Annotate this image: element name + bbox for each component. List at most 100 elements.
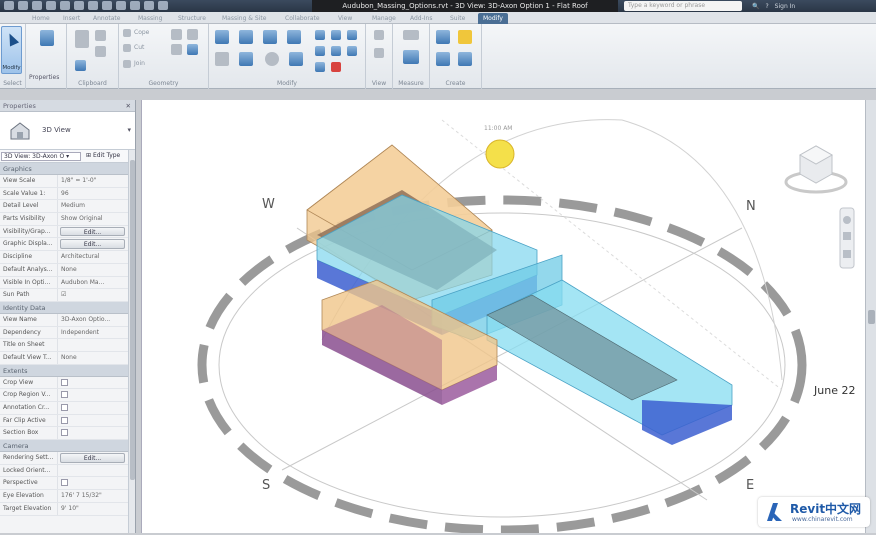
tab-modify[interactable]: Modify bbox=[478, 13, 508, 24]
redo-icon[interactable] bbox=[46, 1, 56, 10]
thin-lines-icon[interactable] bbox=[130, 1, 140, 10]
chevron-down-icon[interactable]: ▾ bbox=[127, 126, 131, 134]
property-value[interactable]: 1/8" = 1'-0" bbox=[58, 175, 135, 187]
scrollbar-thumb[interactable] bbox=[868, 310, 875, 324]
move-icon[interactable] bbox=[215, 52, 229, 66]
copy-icon[interactable] bbox=[95, 30, 106, 41]
trim-extend-icon[interactable] bbox=[347, 30, 357, 40]
demolish-icon[interactable] bbox=[187, 44, 198, 55]
array-icon[interactable] bbox=[315, 46, 325, 56]
text-icon[interactable] bbox=[88, 1, 98, 10]
binoculars-icon[interactable]: 🔍 bbox=[752, 3, 759, 10]
property-value[interactable]: 9' 10" bbox=[58, 503, 135, 515]
join-icon[interactable] bbox=[123, 60, 131, 68]
property-edit-button[interactable]: Edit... bbox=[60, 453, 125, 463]
dimension-icon[interactable] bbox=[403, 50, 419, 64]
property-group-header[interactable]: Extents bbox=[0, 364, 135, 377]
property-checkbox[interactable] bbox=[58, 377, 135, 389]
print-icon[interactable] bbox=[60, 1, 70, 10]
tab-insert[interactable]: Insert bbox=[63, 13, 80, 24]
search-input[interactable]: Type a keyword or phrase bbox=[624, 1, 742, 11]
tab-suite[interactable]: Suite bbox=[450, 13, 465, 24]
3d-viewport[interactable]: 11:00 AM W N S E June 22 bbox=[141, 100, 866, 535]
navigation-bar[interactable] bbox=[839, 207, 855, 269]
hide-element-icon[interactable] bbox=[374, 30, 384, 40]
property-edit-button[interactable]: Edit... bbox=[60, 226, 125, 237]
scale-icon[interactable] bbox=[315, 62, 325, 72]
property-checkbox[interactable] bbox=[58, 402, 135, 414]
create-parts-icon[interactable] bbox=[458, 52, 472, 66]
tab-home[interactable]: Home bbox=[32, 13, 50, 24]
viewport-scrollbar[interactable] bbox=[865, 100, 876, 533]
property-value[interactable]: Architectural bbox=[58, 251, 135, 263]
modify-button[interactable]: Modify bbox=[1, 26, 22, 74]
property-value[interactable]: None bbox=[58, 352, 135, 364]
tab-massing-site[interactable]: Massing & Site bbox=[222, 13, 266, 24]
override-graphics-icon[interactable] bbox=[374, 48, 384, 58]
unpin-icon[interactable] bbox=[331, 46, 341, 56]
copy-element-icon[interactable] bbox=[239, 52, 253, 66]
tab-manage[interactable]: Manage bbox=[372, 13, 396, 24]
paint-icon[interactable] bbox=[171, 44, 182, 55]
property-value[interactable] bbox=[58, 465, 135, 477]
instance-filter-select[interactable]: 3D View: 3D-Axon O ▾ bbox=[1, 152, 81, 161]
view-cube[interactable] bbox=[784, 145, 848, 194]
checkbox-icon[interactable] bbox=[61, 378, 68, 386]
properties-icon[interactable] bbox=[40, 30, 54, 46]
property-value[interactable]: 176' 7 15/32" bbox=[58, 490, 135, 502]
measure-distance-icon[interactable] bbox=[403, 30, 419, 40]
checkbox-icon[interactable] bbox=[61, 429, 68, 437]
property-value[interactable]: Audubon Ma... bbox=[58, 277, 135, 289]
measure-icon[interactable] bbox=[74, 1, 84, 10]
close-icon[interactable]: ✕ bbox=[126, 100, 131, 112]
cope-label[interactable]: Cope bbox=[134, 29, 149, 36]
create-group-icon[interactable] bbox=[458, 30, 472, 44]
tab-massing[interactable]: Massing bbox=[138, 13, 162, 24]
property-checkbox[interactable] bbox=[58, 477, 135, 489]
split-face-icon[interactable] bbox=[171, 29, 182, 40]
save-icon[interactable] bbox=[18, 1, 28, 10]
cut-geometry-icon[interactable] bbox=[123, 44, 131, 52]
paste-icon[interactable] bbox=[75, 30, 89, 48]
property-checkbox[interactable] bbox=[58, 427, 135, 439]
tab-view[interactable]: View bbox=[338, 13, 352, 24]
tab-addins[interactable]: Add-Ins bbox=[410, 13, 432, 24]
join-label[interactable]: Join bbox=[134, 60, 145, 67]
property-value[interactable]: 96 bbox=[58, 188, 135, 200]
property-checkbox[interactable] bbox=[58, 415, 135, 427]
checkbox-icon[interactable] bbox=[61, 479, 68, 487]
checkbox-icon[interactable] bbox=[61, 391, 68, 399]
pin-icon[interactable] bbox=[331, 30, 341, 40]
trim-icon[interactable] bbox=[289, 52, 303, 66]
mirror-axis-icon[interactable] bbox=[263, 30, 277, 44]
rotate-icon[interactable] bbox=[265, 52, 279, 66]
create-assembly-icon[interactable] bbox=[436, 30, 450, 44]
property-group-header[interactable]: Camera bbox=[0, 440, 135, 453]
mirror-draw-icon[interactable] bbox=[287, 30, 301, 44]
property-edit-button[interactable]: Edit... bbox=[60, 239, 125, 250]
property-checkbox[interactable] bbox=[58, 389, 135, 401]
help-icon[interactable]: ? bbox=[765, 3, 768, 10]
create-similar-icon[interactable] bbox=[436, 52, 450, 66]
property-value[interactable]: Show Original bbox=[58, 213, 135, 225]
split-gap-icon[interactable] bbox=[347, 46, 357, 56]
offset-icon[interactable] bbox=[239, 30, 253, 44]
checkbox-icon[interactable] bbox=[61, 416, 68, 424]
cope-icon[interactable] bbox=[123, 29, 131, 37]
model-canvas[interactable]: 11:00 AM W N S E June 22 bbox=[142, 100, 866, 535]
match-properties-icon[interactable] bbox=[75, 60, 86, 71]
3d-view-icon[interactable] bbox=[102, 1, 112, 10]
wall-joins-icon[interactable] bbox=[187, 29, 198, 40]
property-value[interactable] bbox=[58, 339, 135, 351]
delete-icon[interactable] bbox=[331, 62, 341, 72]
edit-type-button[interactable]: ⊞ Edit Type bbox=[86, 152, 120, 159]
property-value[interactable]: Independent bbox=[58, 327, 135, 339]
cut-icon[interactable] bbox=[95, 46, 106, 57]
property-value[interactable]: None bbox=[58, 264, 135, 276]
sun-icon[interactable] bbox=[485, 139, 515, 169]
tab-annotate[interactable]: Annotate bbox=[93, 13, 120, 24]
cut-label[interactable]: Cut bbox=[134, 44, 144, 51]
sign-in-link[interactable]: Sign In bbox=[775, 3, 796, 10]
switch-windows-icon[interactable] bbox=[158, 1, 168, 10]
align-icon[interactable] bbox=[215, 30, 229, 44]
